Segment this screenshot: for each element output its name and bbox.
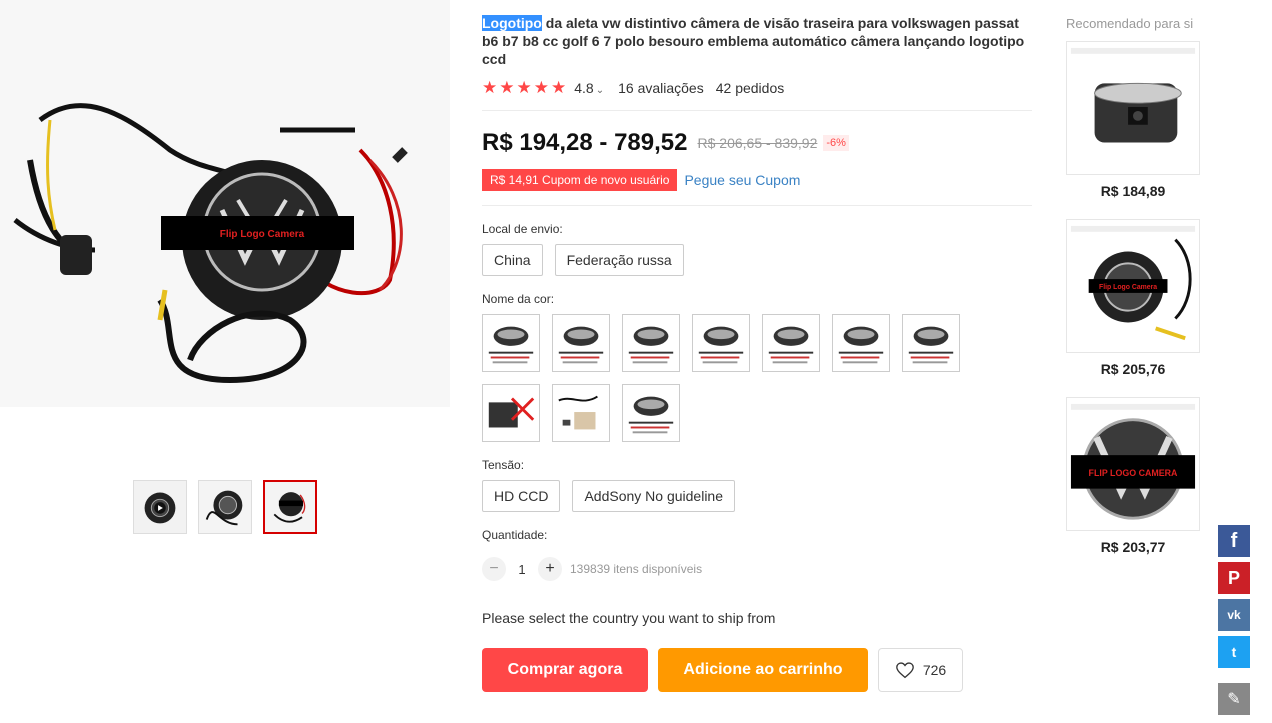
social-share-bar: f P vk t: [1218, 525, 1250, 668]
quantity-stepper: − 1 + 139839 itens disponíveis: [482, 557, 1032, 581]
star-rating-icon: ★ ★ ★ ★ ★: [482, 78, 567, 97]
svg-text:Flip Logo Camera: Flip Logo Camera: [1099, 284, 1157, 291]
recommended-panel: Recomendado para si R$ 184,89 Flip Logo …: [1066, 16, 1206, 555]
title-text: da aleta vw distintivo câmera de visão t…: [482, 15, 1025, 67]
shipping-label: Local de envio:: [482, 222, 563, 236]
quantity-label: Quantidade:: [482, 528, 548, 542]
discount-badge: -6%: [823, 135, 849, 151]
svg-text:Flip Logo Camera: Flip Logo Camera: [220, 229, 305, 240]
color-swatch-4[interactable]: [692, 314, 750, 372]
title-selected-text: Logotipo: [482, 15, 542, 31]
ship-country-message: Please select the country you want to sh…: [482, 610, 776, 626]
action-buttons: Comprar agora Adicione ao carrinho 726: [482, 648, 1032, 692]
thumbnail-video[interactable]: [133, 480, 187, 534]
shipping-options: China Federação russa: [482, 244, 1032, 276]
voltage-label: Tensão:: [482, 458, 525, 472]
buy-now-button[interactable]: Comprar agora: [482, 648, 648, 692]
recommended-image[interactable]: FLIP LOGO CAMERA: [1066, 397, 1200, 531]
edit-pencil-icon[interactable]: ✎: [1218, 683, 1250, 715]
color-swatch-10[interactable]: [622, 384, 680, 442]
voltage-hd-ccd[interactable]: HD CCD: [482, 480, 561, 512]
color-swatch-9[interactable]: [552, 384, 610, 442]
color-swatch-5[interactable]: [762, 314, 820, 372]
divider: [482, 205, 1032, 206]
coupon-badge: R$ 14,91 Cupom de novo usuário: [482, 169, 678, 191]
original-price: R$ 206,65 - 839,92: [697, 135, 818, 151]
recommended-image[interactable]: Flip Logo Camera: [1066, 219, 1200, 353]
voltage-options: HD CCD AddSony No guideline: [482, 480, 1032, 512]
thumbnail-strip: [133, 480, 317, 534]
recommended-price: R$ 184,89: [1100, 183, 1166, 199]
ship-from-china[interactable]: China: [482, 244, 543, 276]
main-product-image[interactable]: Flip Logo Camera: [0, 0, 450, 407]
quantity-decrease-button[interactable]: −: [482, 557, 506, 581]
color-swatch-1[interactable]: [482, 314, 540, 372]
recommended-price: R$ 205,76: [1100, 361, 1166, 377]
price-row: R$ 194,28 - 789,52 R$ 206,65 - 839,92 -6…: [482, 129, 1032, 157]
heart-icon: [895, 662, 914, 679]
color-label: Nome da cor:: [482, 292, 555, 306]
recommended-price: R$ 203,77: [1100, 539, 1166, 555]
product-title: Logotipo da aleta vw distintivo câmera d…: [482, 14, 1032, 68]
orders-count: 42 pedidos: [715, 79, 785, 96]
add-to-cart-button[interactable]: Adicione ao carrinho: [658, 648, 868, 692]
get-coupon-link[interactable]: Pegue seu Cupom: [684, 172, 800, 188]
voltage-addsony[interactable]: AddSony No guideline: [572, 480, 735, 512]
ship-from-russia[interactable]: Federação russa: [554, 244, 684, 276]
twitter-icon[interactable]: t: [1218, 636, 1250, 668]
rating-value[interactable]: 4.8 ⌄: [574, 80, 604, 96]
facebook-icon[interactable]: f: [1218, 525, 1250, 557]
divider: [482, 110, 1032, 111]
thumbnail-2[interactable]: [198, 480, 252, 534]
color-swatches: [482, 314, 972, 442]
color-swatch-3[interactable]: [622, 314, 680, 372]
product-info-panel: Logotipo da aleta vw distintivo câmera d…: [482, 14, 1032, 692]
quantity-increase-button[interactable]: +: [538, 557, 562, 581]
pinterest-icon[interactable]: P: [1218, 562, 1250, 594]
available-stock: 139839 itens disponíveis: [570, 562, 703, 576]
svg-text:FLIP LOGO CAMERA: FLIP LOGO CAMERA: [1089, 468, 1179, 478]
rating-row: ★ ★ ★ ★ ★ 4.8 ⌄ 16 avaliações 42 pedidos: [482, 79, 1032, 96]
reviews-count[interactable]: 16 avaliações: [618, 80, 704, 96]
wishlist-count: 726: [922, 662, 947, 678]
recommended-image[interactable]: [1066, 41, 1200, 175]
recommended-title: Recomendado para si: [1066, 16, 1194, 31]
chevron-down-icon: ⌄: [595, 84, 605, 96]
color-swatch-7[interactable]: [902, 314, 960, 372]
quantity-value[interactable]: 1: [506, 562, 538, 577]
thumbnail-3-active[interactable]: [263, 480, 317, 534]
color-swatch-2[interactable]: [552, 314, 610, 372]
current-price: R$ 194,28 - 789,52: [482, 129, 688, 156]
recommended-item[interactable]: FLIP LOGO CAMERA R$ 203,77: [1066, 397, 1206, 555]
recommended-item[interactable]: Flip Logo Camera R$ 205,76: [1066, 219, 1206, 377]
color-swatch-8[interactable]: [482, 384, 540, 442]
vk-icon[interactable]: vk: [1218, 599, 1250, 631]
color-swatch-6[interactable]: [832, 314, 890, 372]
wishlist-button[interactable]: 726: [878, 648, 963, 692]
coupon-row: R$ 14,91 Cupom de novo usuário Pegue seu…: [482, 169, 1032, 191]
recommended-item[interactable]: R$ 184,89: [1066, 41, 1206, 199]
